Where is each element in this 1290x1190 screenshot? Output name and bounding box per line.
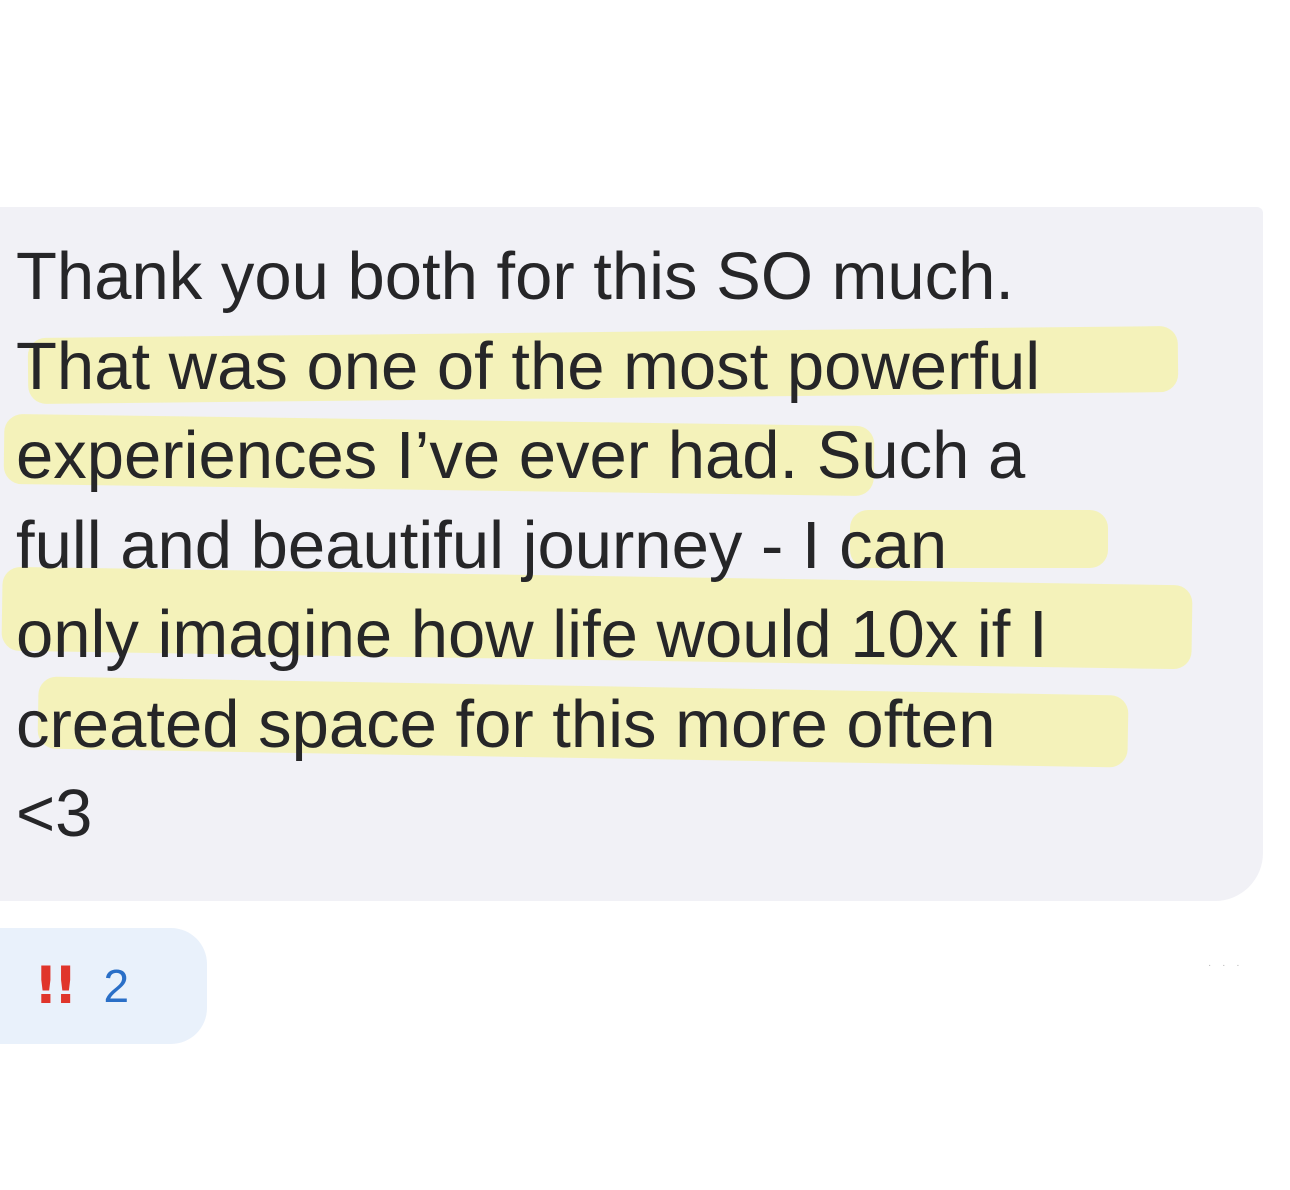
message-line: experiences I’ve ever had. Such a xyxy=(16,418,1026,493)
reaction-badge[interactable]: !! 2 xyxy=(0,928,207,1044)
double-exclamation-icon: !! xyxy=(34,956,77,1016)
message-line: created space for this more often xyxy=(16,686,996,762)
message-line: <3 xyxy=(16,776,93,851)
dots-decoration: · · · xyxy=(1208,960,1244,971)
message-line: Thank you both for this SO much. xyxy=(16,239,1015,314)
message-text: Thank you both for this SO much. That wa… xyxy=(16,232,1256,859)
message-line: That was one of the most powerful xyxy=(16,328,1041,404)
reaction-count: 2 xyxy=(103,960,130,1012)
message-line: full and beautiful journey - I can xyxy=(16,507,948,583)
message-line: only imagine how life would 10x if I xyxy=(16,597,1048,672)
